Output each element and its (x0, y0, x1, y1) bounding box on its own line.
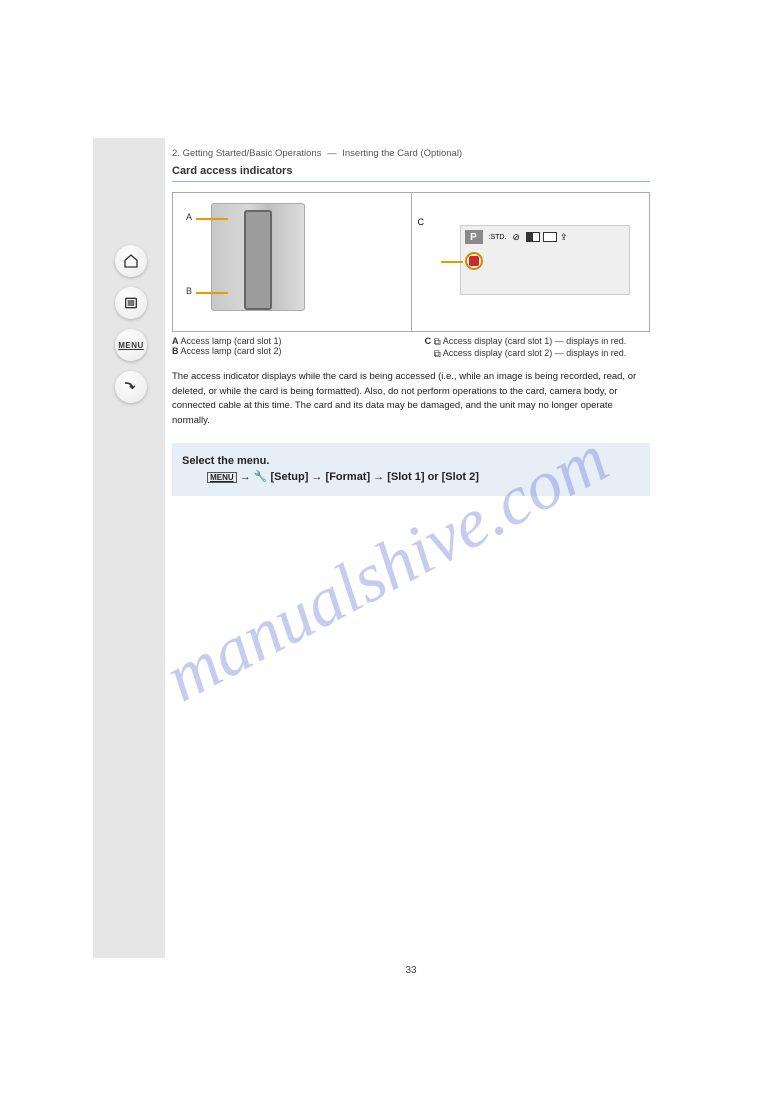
caption-c2-text: Access display (card slot 2) — displays … (443, 348, 627, 358)
mode-badge: P (465, 230, 483, 244)
wrench-icon: 🔧 (254, 471, 268, 483)
caption-b-key: B (172, 346, 179, 356)
upload-icon: ⇪ (560, 232, 568, 243)
home-icon[interactable] (115, 245, 147, 277)
card1-icon: ⧉ (434, 337, 441, 348)
breadcrumb-section: Getting Started/Basic Operations (183, 148, 322, 159)
callout-line-c (441, 261, 463, 263)
screen-top-row: P :STD. ⊘ ⇪ (465, 230, 625, 244)
breadcrumb-sep: — (327, 148, 337, 159)
callout-line-b (196, 292, 228, 294)
caption-c-key: C (425, 336, 432, 346)
box-icon-2 (543, 232, 557, 242)
menu-badge: MENU (207, 472, 237, 483)
nav-icons: MENU (115, 245, 147, 403)
caption-c-text: Access display (card slot 1) — displays … (443, 336, 627, 346)
list-icon[interactable] (115, 287, 147, 319)
caption-right: C ⧉ Access display (card slot 1) — displ… (421, 336, 650, 360)
caption-a-text: Access lamp (card slot 1) (181, 336, 282, 346)
figure-captions: A Access lamp (card slot 1) B Access lam… (172, 336, 650, 360)
breadcrumb-page: Inserting the Card (Optional) (342, 148, 462, 159)
std-label: :STD. (489, 234, 507, 241)
caption-left: A Access lamp (card slot 1) B Access lam… (172, 336, 401, 360)
body-paragraph: The access indicator displays while the … (172, 370, 650, 429)
breadcrumb: 2. Getting Started/Basic Operations — In… (172, 138, 650, 163)
flash-off-icon: ⊘ (512, 232, 520, 243)
section-title: Card access indicators (172, 165, 650, 177)
menu-icon[interactable]: MENU (115, 329, 147, 361)
figure-left: A B (173, 193, 412, 331)
screen-ui-illustration: P :STD. ⊘ ⇪ (460, 225, 630, 295)
access-indicator-circle (465, 252, 483, 270)
box-icon-1 (526, 232, 540, 242)
section-divider (172, 181, 650, 182)
card2-icon: ⧉ (434, 349, 441, 360)
callout-label-b: B (186, 286, 192, 296)
access-indicator-icon (469, 256, 479, 266)
callout-label-c: C (418, 217, 425, 227)
step-line-1: Select the menu. (182, 453, 640, 470)
screen-rec-row (465, 252, 483, 270)
caption-b-text: Access lamp (card slot 2) (181, 346, 282, 356)
step-rest: → [Format] → [Slot 1] or [Slot 2] (311, 471, 478, 483)
breadcrumb-num: 2. (172, 148, 180, 159)
callout-line-a (196, 218, 228, 220)
step-arrow-1: → (240, 471, 254, 483)
caption-a-key: A (172, 336, 179, 346)
step-block: Select the menu. MENU → 🔧 [Setup] → [For… (172, 443, 650, 496)
back-icon[interactable] (115, 371, 147, 403)
step-line-2: MENU → 🔧 [Setup] → [Format] → [Slot 1] o… (182, 469, 640, 486)
camera-slot-illustration: A B (211, 203, 305, 311)
figure-row: A B C P :STD. ⊘ ⇪ (172, 192, 650, 332)
page-number: 33 (405, 965, 416, 976)
callout-label-a: A (186, 212, 192, 222)
step-category: [Setup] (271, 471, 309, 483)
page-content: 2. Getting Started/Basic Operations — In… (172, 138, 650, 958)
figure-right: C P :STD. ⊘ ⇪ (412, 193, 650, 331)
tiny-icons: ⇪ (526, 232, 568, 243)
